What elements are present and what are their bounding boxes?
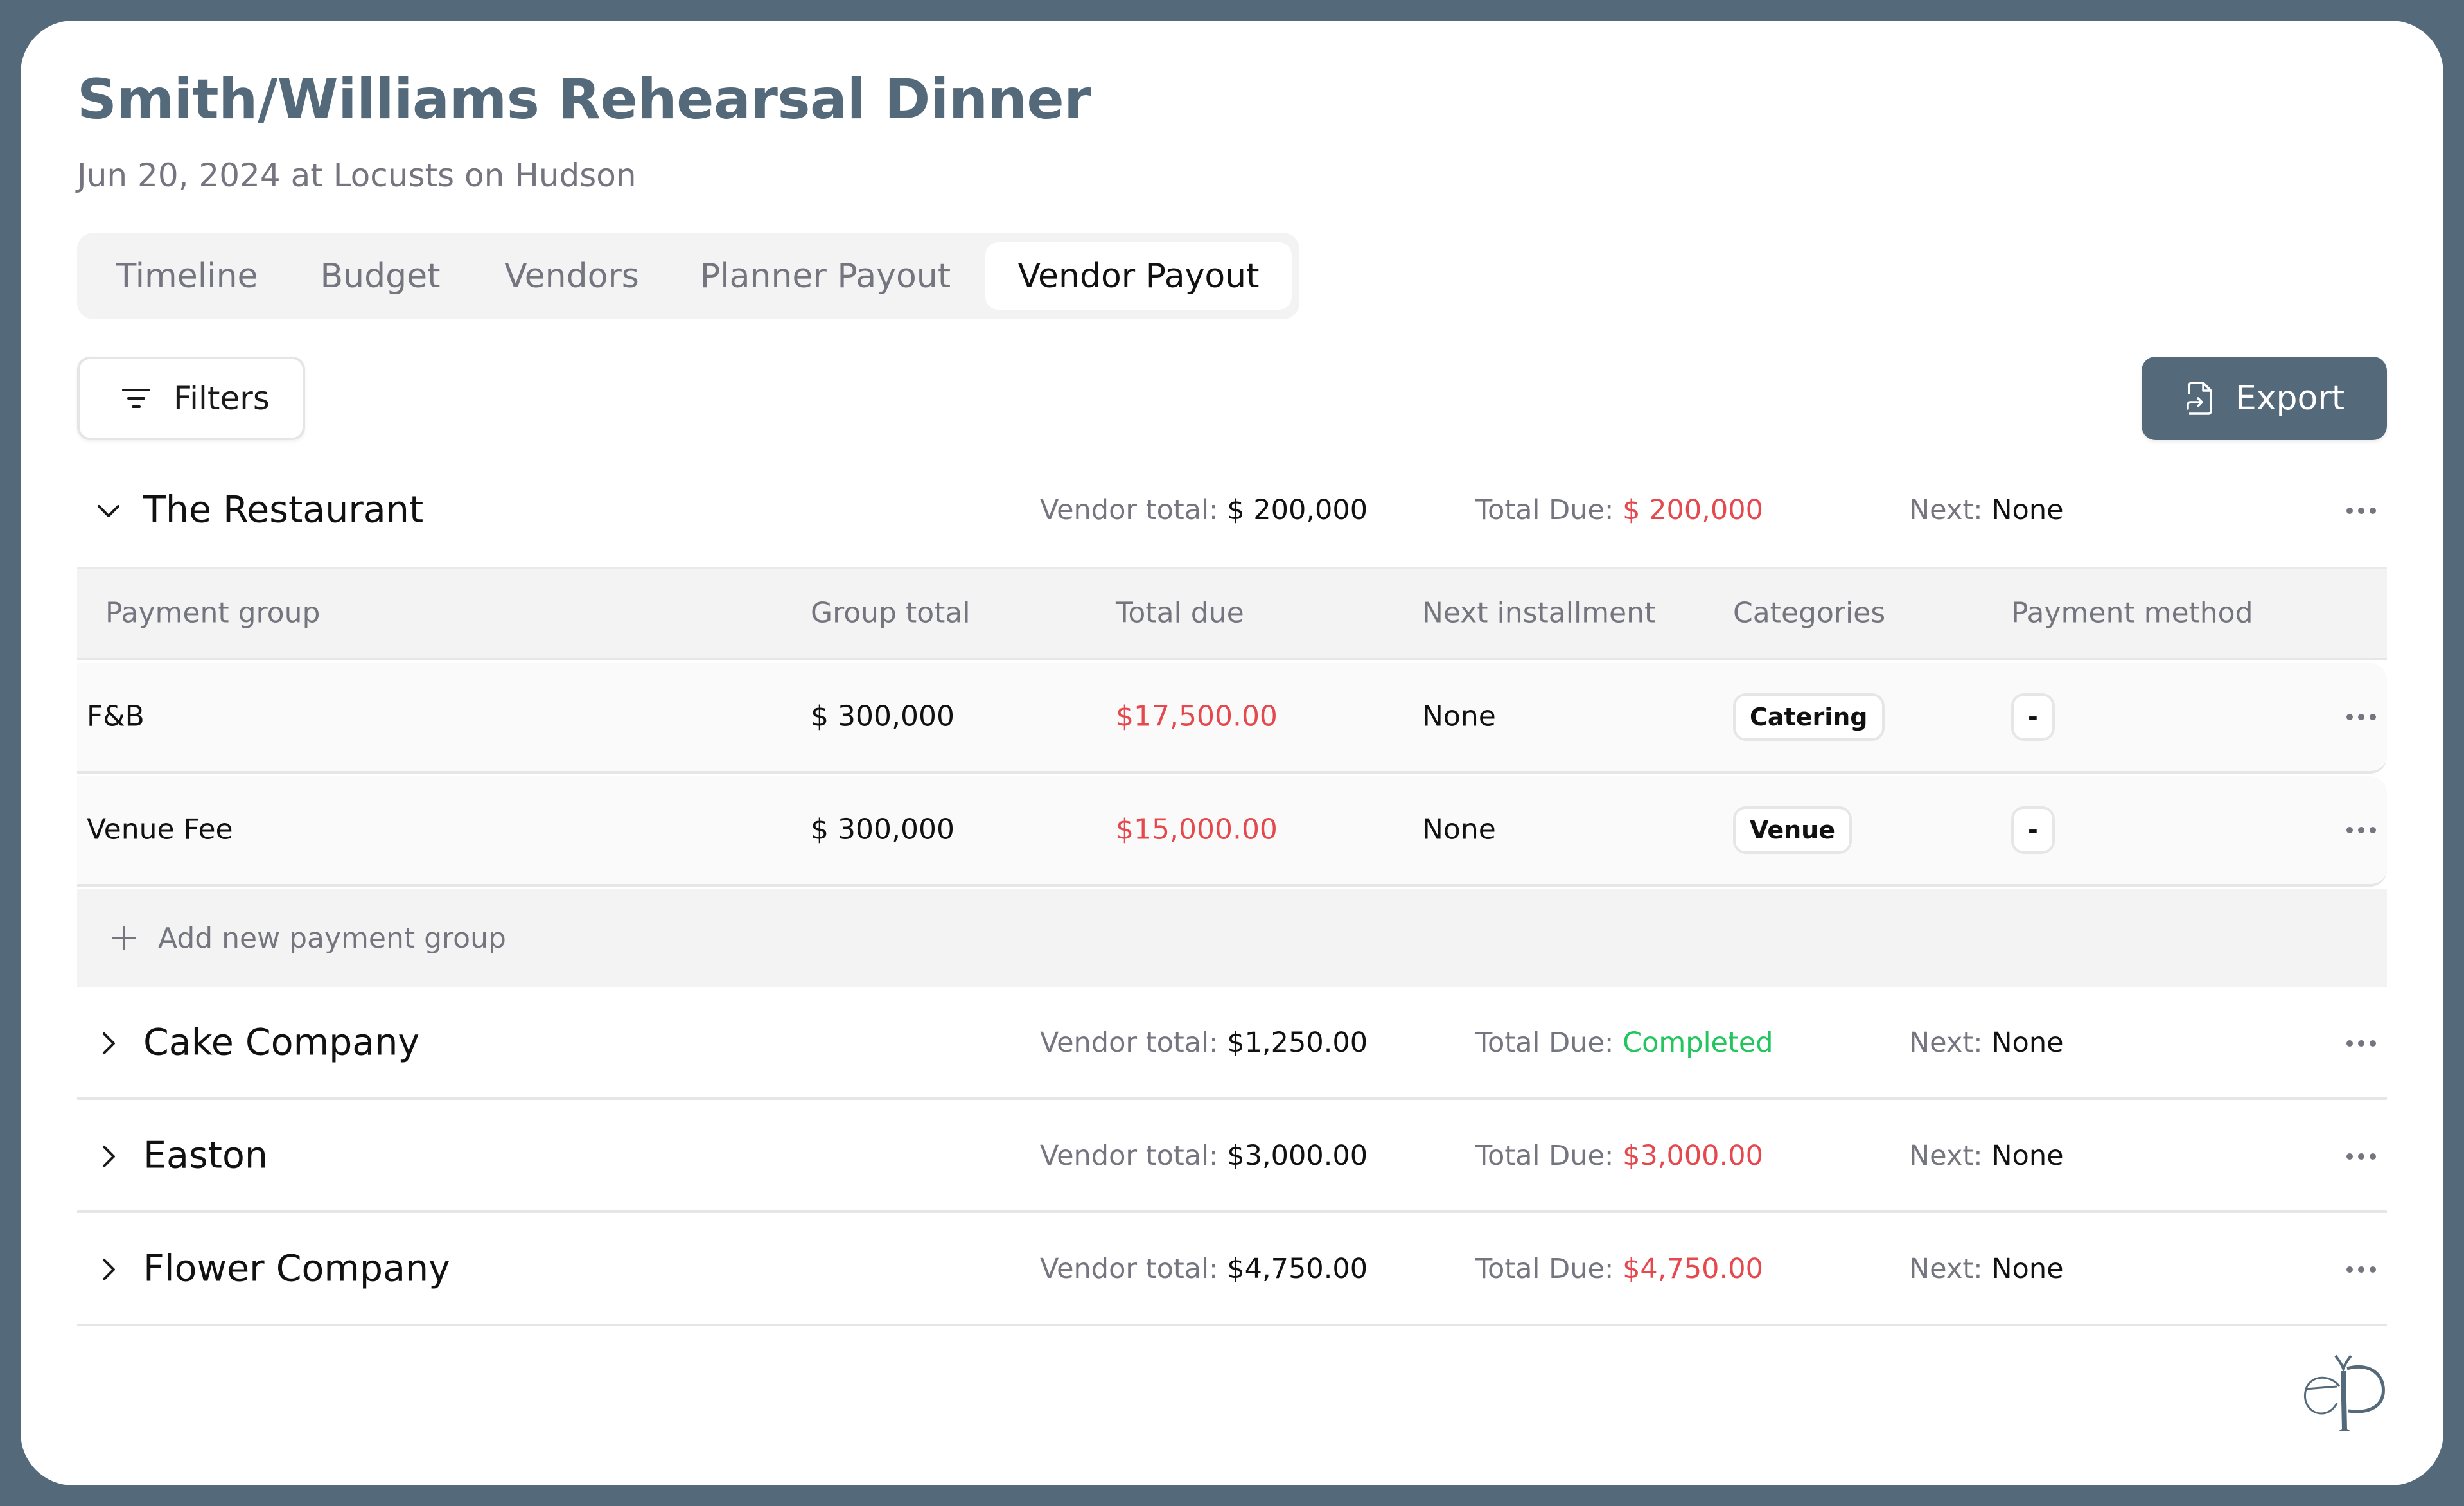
column-header-payment-group: Payment group: [105, 596, 321, 630]
total-due: Total Due: Completed: [1475, 1027, 1773, 1059]
total-due-value: $3,000.00: [1623, 1140, 1763, 1172]
vendor-row[interactable]: Flower Company Vendor total: $4,750.00 T…: [77, 1213, 2387, 1326]
vendor-total-label: Vendor total:: [1040, 494, 1219, 526]
vendor-total-label: Vendor total:: [1040, 1027, 1219, 1059]
vendor-total-value: $3,000.00: [1227, 1140, 1368, 1172]
tab-planner-payout[interactable]: Planner Payout: [681, 242, 970, 310]
next-value: None: [1991, 1253, 2064, 1285]
total-due-cell: $15,000.00: [1116, 813, 1278, 846]
chevron-right-icon[interactable]: [92, 1140, 125, 1173]
payment-group-cell: F&B: [87, 700, 145, 733]
vendor-name: Easton: [143, 1134, 268, 1177]
column-header-group-total: Group total: [811, 596, 971, 630]
total-due-cell: $17,500.00: [1116, 700, 1278, 733]
next-value: None: [1991, 1027, 2064, 1059]
more-options-icon[interactable]: [2337, 1257, 2388, 1282]
total-due-status: Completed: [1623, 1027, 1773, 1059]
vendor-name: The Restaurant: [143, 488, 424, 531]
total-due-value: $4,750.00: [1623, 1253, 1763, 1285]
column-header-next-installment: Next installment: [1422, 596, 1656, 630]
table-row[interactable]: F&B $ 300,000 $17,500.00 None Catering -: [77, 663, 2387, 774]
vendor-total-label: Vendor total:: [1040, 1140, 1219, 1172]
row-divider: [77, 1324, 2387, 1326]
next-label: Next:: [1909, 1027, 1983, 1059]
next-label: Next:: [1909, 494, 1983, 526]
next-payment: Next: None: [1909, 1253, 2064, 1285]
ep-monogram-logo: [2304, 1354, 2385, 1431]
next-value: None: [1991, 494, 2064, 526]
chevron-right-icon[interactable]: [92, 1027, 125, 1059]
page-title: Smith/Williams Rehearsal Dinner: [77, 67, 1091, 132]
column-header-total-due: Total due: [1116, 596, 1244, 630]
filter-lines-icon: [122, 389, 150, 408]
vendor-row[interactable]: The Restaurant Vendor total: $ 200,000 T…: [77, 454, 2387, 567]
file-export-icon: [2187, 382, 2212, 415]
total-due-label: Total Due:: [1475, 494, 1614, 526]
export-button[interactable]: Export: [2142, 357, 2387, 440]
vendor-name: Flower Company: [143, 1247, 450, 1290]
add-payment-group-button[interactable]: Add new payment group: [77, 889, 2387, 987]
total-due: Total Due: $4,750.00: [1475, 1253, 1763, 1285]
next-payment: Next: None: [1909, 1027, 2064, 1059]
next-label: Next:: [1909, 1253, 1983, 1285]
more-options-icon[interactable]: [2337, 704, 2388, 730]
tab-budget[interactable]: Budget: [297, 242, 464, 310]
vendor-total-value: $1,250.00: [1227, 1027, 1368, 1059]
group-total-cell: $ 300,000: [811, 813, 955, 846]
vendor-total: Vendor total: $3,000.00: [1040, 1140, 1368, 1172]
tab-bar: Timeline Budget Vendors Planner Payout V…: [77, 233, 1299, 319]
payment-table-header: Payment group Group total Total due Next…: [77, 567, 2387, 660]
next-value: None: [1991, 1140, 2064, 1172]
plus-icon: [112, 926, 136, 950]
tab-vendors[interactable]: Vendors: [482, 242, 662, 310]
total-due-label: Total Due:: [1475, 1027, 1614, 1059]
vendor-total: Vendor total: $1,250.00: [1040, 1027, 1368, 1059]
table-row[interactable]: Venue Fee $ 300,000 $15,000.00 None Venu…: [77, 776, 2387, 887]
more-options-icon[interactable]: [2337, 498, 2388, 524]
tab-vendor-payout[interactable]: Vendor Payout: [985, 242, 1292, 310]
category-badge: Catering: [1733, 693, 1885, 741]
next-installment-cell: None: [1422, 813, 1496, 846]
payment-group-cell: Venue Fee: [87, 813, 233, 846]
column-header-payment-method: Payment method: [2011, 596, 2253, 630]
vendor-total: Vendor total: $ 200,000: [1040, 494, 1368, 526]
payment-method-select[interactable]: -: [2011, 693, 2055, 741]
vendor-total-value: $ 200,000: [1227, 494, 1368, 526]
tab-timeline[interactable]: Timeline: [100, 242, 274, 310]
total-due-value: $ 200,000: [1623, 494, 1763, 526]
export-label: Export: [2235, 379, 2345, 418]
vendor-total-label: Vendor total:: [1040, 1253, 1219, 1285]
next-label: Next:: [1909, 1140, 1983, 1172]
next-installment-cell: None: [1422, 700, 1496, 733]
total-due-label: Total Due:: [1475, 1140, 1614, 1172]
total-due: Total Due: $3,000.00: [1475, 1140, 1763, 1172]
vendor-total-value: $4,750.00: [1227, 1253, 1368, 1285]
vendor-row[interactable]: Easton Vendor total: $3,000.00 Total Due…: [77, 1100, 2387, 1213]
chevron-right-icon[interactable]: [92, 1254, 125, 1286]
vendor-name: Cake Company: [143, 1021, 420, 1064]
filters-label: Filters: [173, 380, 270, 417]
payment-method-select[interactable]: -: [2011, 806, 2055, 854]
group-total-cell: $ 300,000: [811, 700, 955, 733]
more-options-icon[interactable]: [2337, 1144, 2388, 1169]
filters-button[interactable]: Filters: [77, 357, 305, 440]
category-badge: Venue: [1733, 806, 1852, 854]
total-due-label: Total Due:: [1475, 1253, 1614, 1285]
more-options-icon[interactable]: [2337, 1031, 2388, 1056]
add-payment-group-label: Add new payment group: [158, 921, 506, 955]
next-payment: Next: None: [1909, 1140, 2064, 1172]
next-payment: Next: None: [1909, 494, 2064, 526]
vendor-total: Vendor total: $4,750.00: [1040, 1253, 1368, 1285]
vendor-row[interactable]: Cake Company Vendor total: $1,250.00 Tot…: [77, 987, 2387, 1100]
event-subtitle: Jun 20, 2024 at Locusts on Hudson: [77, 157, 637, 194]
more-options-icon[interactable]: [2337, 817, 2388, 843]
total-due: Total Due: $ 200,000: [1475, 494, 1763, 526]
chevron-down-icon[interactable]: [92, 495, 125, 527]
column-header-categories: Categories: [1733, 596, 1886, 630]
